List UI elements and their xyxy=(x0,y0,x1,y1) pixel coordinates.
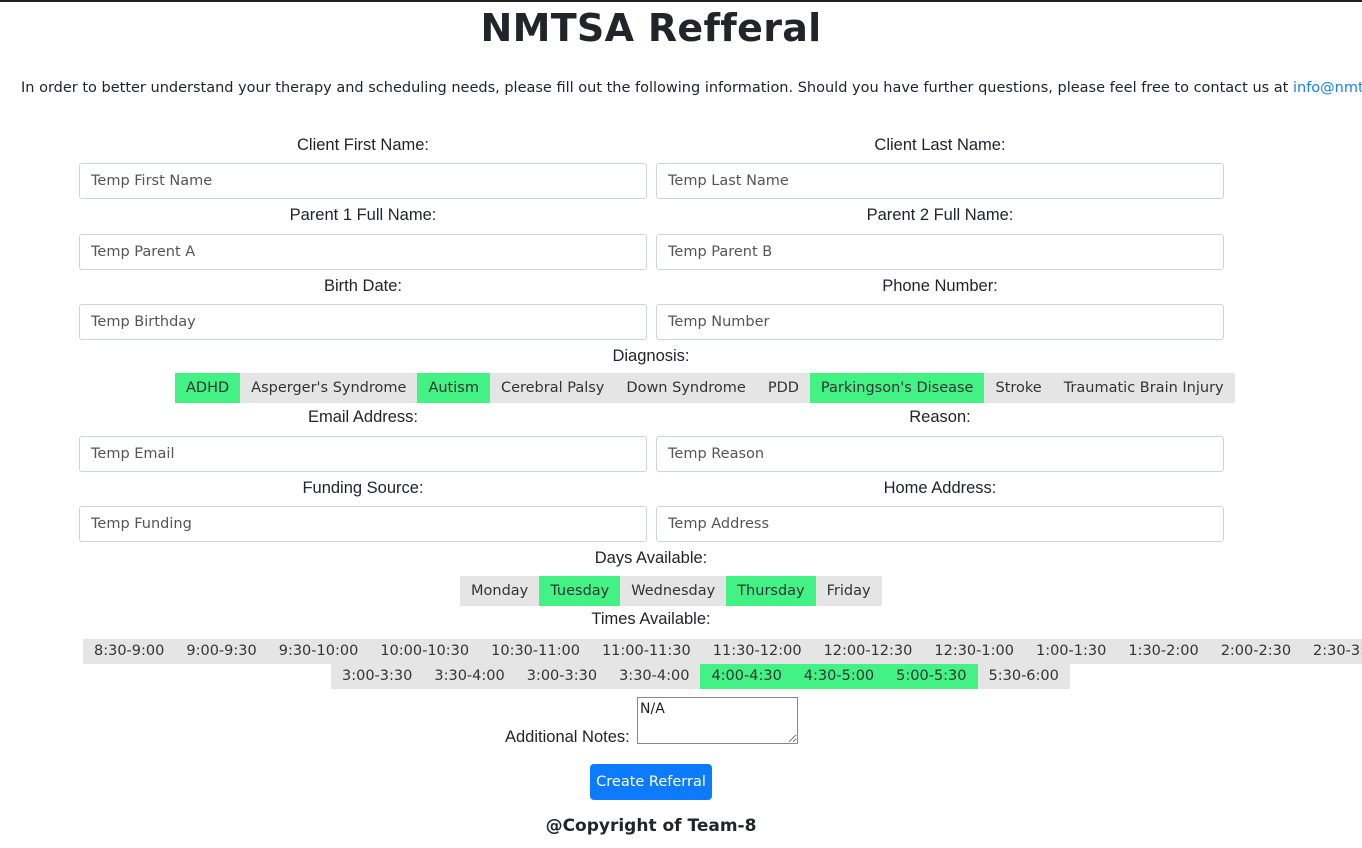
diagnosis-option[interactable]: Cerebral Palsy xyxy=(490,373,615,403)
last-name-label: Client Last Name: xyxy=(874,136,1006,154)
parent1-label: Parent 1 Full Name: xyxy=(289,206,437,224)
time-slot-option[interactable]: 1:30-2:00 xyxy=(1117,639,1209,664)
time-slot-option[interactable]: 4:30-5:00 xyxy=(792,664,886,689)
time-slot-option[interactable]: 11:30-12:00 xyxy=(702,639,813,664)
time-slot-option[interactable]: 3:00-3:30 xyxy=(331,664,423,689)
funding-input[interactable]: Temp Funding xyxy=(79,506,647,542)
time-slot-option[interactable]: 2:30-3:00 xyxy=(1302,639,1362,664)
times-label: Times Available: xyxy=(591,610,711,628)
time-slot-option[interactable]: 3:30-4:00 xyxy=(423,664,515,689)
birth-date-input[interactable]: Temp Birthday xyxy=(79,304,647,340)
diagnosis-option[interactable]: Asperger's Syndrome xyxy=(240,373,417,403)
top-border xyxy=(0,0,1362,2)
diagnosis-option[interactable]: Stroke xyxy=(984,373,1052,403)
reason-input[interactable]: Temp Reason xyxy=(656,436,1224,472)
email-label: Email Address: xyxy=(307,408,419,426)
day-option[interactable]: Thursday xyxy=(726,576,816,606)
diagnosis-option[interactable]: Autism xyxy=(417,373,490,403)
diagnosis-option[interactable]: PDD xyxy=(757,373,810,403)
parent1-input[interactable]: Temp Parent A xyxy=(79,234,647,270)
time-slot-option[interactable]: 11:00-11:30 xyxy=(591,639,702,664)
first-name-input[interactable]: Temp First Name xyxy=(79,163,647,199)
notes-label: Additional Notes: xyxy=(505,728,630,746)
contact-email-link[interactable]: info@nmtsa.org xyxy=(1293,80,1362,96)
footer-copyright: @Copyright of Team-8 xyxy=(545,816,757,836)
time-slot-option[interactable]: 1:00-1:30 xyxy=(1025,639,1117,664)
time-slot-option[interactable]: 12:30-1:00 xyxy=(923,639,1025,664)
days-label: Days Available: xyxy=(594,549,708,567)
phone-label: Phone Number: xyxy=(882,277,998,295)
email-input[interactable]: Temp Email xyxy=(79,436,647,472)
time-slot-option[interactable]: 3:30-4:00 xyxy=(608,664,700,689)
times-toggle-group-row1: 8:30-9:00 9:00-9:30 9:30-10:00 10:00-10:30 1… xyxy=(83,639,1362,664)
phone-input[interactable]: Temp Number xyxy=(656,304,1224,340)
last-name-input[interactable]: Temp Last Name xyxy=(656,163,1224,199)
diagnosis-option[interactable]: ADHD xyxy=(175,373,241,403)
day-option[interactable]: Wednesday xyxy=(620,576,726,606)
days-toggle-group: Monday Tuesday Wednesday Thursday Friday xyxy=(460,576,882,606)
address-input[interactable]: Temp Address xyxy=(656,506,1224,542)
intro-body: In order to better understand your thera… xyxy=(21,80,1293,96)
time-slot-option[interactable]: 9:30-10:00 xyxy=(268,639,370,664)
day-option[interactable]: Monday xyxy=(460,576,539,606)
notes-textarea[interactable]: N/A xyxy=(637,697,798,744)
time-slot-option[interactable]: 2:00-2:30 xyxy=(1210,639,1302,664)
page-title: NMTSA Refferal xyxy=(480,6,822,50)
birth-date-label: Birth Date: xyxy=(324,277,402,295)
time-slot-option[interactable]: 8:30-9:00 xyxy=(83,639,175,664)
parent2-input[interactable]: Temp Parent B xyxy=(656,234,1224,270)
time-slot-option[interactable]: 12:00-12:30 xyxy=(813,639,924,664)
intro-text: In order to better understand your thera… xyxy=(21,80,1362,96)
diagnosis-option[interactable]: Parkingson's Disease xyxy=(809,373,985,403)
create-referral-button[interactable]: Create Referral xyxy=(590,764,712,800)
parent2-label: Parent 2 Full Name: xyxy=(866,206,1014,224)
time-slot-option[interactable]: 10:30-11:00 xyxy=(480,639,591,664)
diagnosis-label: Diagnosis: xyxy=(612,347,690,365)
time-slot-option[interactable]: 5:00-5:30 xyxy=(885,664,978,689)
diagnosis-option[interactable]: Traumatic Brain Injury xyxy=(1053,373,1235,403)
time-slot-option[interactable]: 5:30-6:00 xyxy=(978,664,1070,689)
time-slot-option[interactable]: 4:00-4:30 xyxy=(700,664,793,689)
first-name-label: Client First Name: xyxy=(296,136,430,154)
reason-label: Reason: xyxy=(909,408,971,426)
funding-label: Funding Source: xyxy=(302,479,424,497)
times-toggle-group-row2: 3:00-3:30 3:30-4:00 3:00-3:30 3:30-4:00 4:00… xyxy=(331,664,1070,689)
diagnosis-toggle-group: ADHD Asperger's Syndrome Autism Cerebral Pa… xyxy=(175,373,1235,403)
address-label: Home Address: xyxy=(883,479,997,497)
time-slot-option[interactable]: 3:00-3:30 xyxy=(516,664,608,689)
day-option[interactable]: Tuesday xyxy=(539,576,621,606)
diagnosis-option[interactable]: Down Syndrome xyxy=(615,373,756,403)
day-option[interactable]: Friday xyxy=(816,576,882,606)
time-slot-option[interactable]: 10:00-10:30 xyxy=(369,639,480,664)
time-slot-option[interactable]: 9:00-9:30 xyxy=(175,639,267,664)
